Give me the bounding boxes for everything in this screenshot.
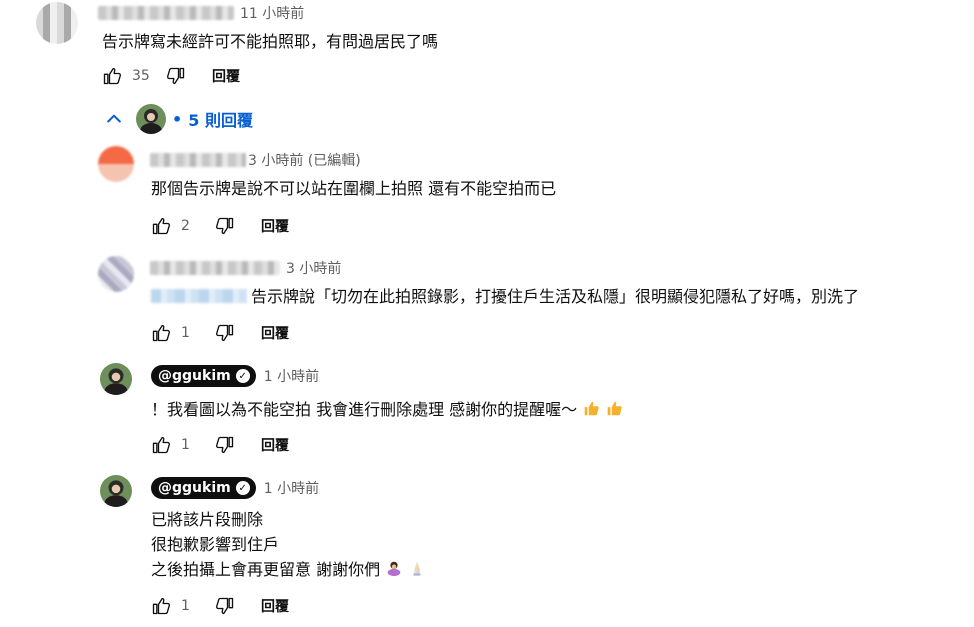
reply-text-line: ！我看圖以為不能空拍 我會進行刪除處理 感謝你的提醒喔〜 [151,397,623,422]
comment-time[interactable]: 11 小時前 [240,3,304,23]
reply-time[interactable]: 3 小時前 (已編輯) [248,150,361,170]
reply-text-line: 已將該片段刪除 [151,510,264,529]
creator-avatar[interactable] [100,363,132,395]
verified-check-icon: ✓ [235,369,250,383]
thumbs-up-outline-icon[interactable] [151,435,171,455]
reply-actions: 1 回覆 [151,323,289,343]
bullet: • [172,109,183,129]
reply-text-content: 之後拍攝上會再更留意 謝謝你們 [151,560,381,579]
thumbs-down-outline-icon[interactable] [215,323,235,343]
thumbs-down-outline-icon[interactable] [215,216,235,236]
reply-item: 3 小時前 (已編輯) 那個告示牌是說不可以站在圍欄上拍照 還有不能空拍而已 2… [0,140,974,240]
reply-item: 3 小時前 告示牌說「切勿在此拍照錄影，打擾住戶生活及私隱」很明顯侵犯隱私了好嗎… [0,250,974,350]
thumbs-down-outline-icon[interactable] [166,66,186,86]
reply-meta: @ggukim ✓ 1 小時前 [151,477,319,499]
verified-check-icon: ✓ [235,481,250,495]
reply-meta: @ggukim ✓ 1 小時前 [151,365,319,387]
thumbs-up-outline-icon[interactable] [151,216,171,236]
like-count: 2 [181,218,190,234]
reply-actions: 1 回覆 [151,435,289,455]
person-bowing-emoji-icon [387,561,401,577]
like-count: 35 [132,68,150,84]
reply-button[interactable]: 回覆 [261,596,289,616]
reply-text: 已將該片段刪除 很抱歉影響到住戶 之後拍攝上會再更留意 謝謝你們 [151,507,426,582]
chevron-up-icon [107,114,121,123]
creator-handle-badge[interactable]: @ggukim ✓ [151,477,256,499]
thumbs-up-outline-icon[interactable] [102,66,122,86]
reply-button[interactable]: 回覆 [261,323,289,343]
reply-meta: 3 小時前 [150,258,341,278]
reply-actions: 1 回覆 [151,596,289,616]
thumbs-up-emoji-icon [584,401,600,416]
like-count: 1 [181,598,190,614]
reply-text-line: 告示牌說「切勿在此拍照錄影，打擾住戶生活及私隱」很明顯侵犯隱私了好嗎，別洗了 [151,284,859,309]
reply-button[interactable]: 回覆 [212,66,240,86]
comment-text: 告示牌寫未經許可不能拍照耶，有問過居民了嗎 [102,29,438,54]
mention-link[interactable] [151,289,247,303]
replies-count-label: 5 則回覆 [188,111,253,130]
reply-text-content: 告示牌說「切勿在此拍照錄影，打擾住戶生活及私隱」很明顯侵犯隱私了好嗎，別洗了 [251,287,860,306]
replier-name[interactable] [150,153,246,167]
thumbs-down-outline-icon[interactable] [215,435,235,455]
replier-avatar[interactable] [98,256,134,292]
thumbs-up-outline-icon[interactable] [151,596,171,616]
reply-text: ！我看圖以為不能空拍 我會進行刪除處理 感謝你的提醒喔〜 [151,397,623,422]
reply-text-content: ！我看圖以為不能空拍 我會進行刪除處理 感謝你的提醒喔〜 [151,400,578,419]
reply-meta: 3 小時前 (已編輯) [150,150,361,170]
folded-hands-emoji-icon [413,561,421,576]
top-level-comment: 11 小時前 告示牌寫未經許可不能拍照耶，有問過居民了嗎 35 回覆 [0,0,974,100]
reply-time[interactable]: 1 小時前 [264,366,319,386]
thumbs-up-emoji-icon [608,401,623,416]
reply-item: @ggukim ✓ 1 小時前 已將該片段刪除 很抱歉影響到住戶 之後拍攝上會再… [0,472,974,627]
like-count: 1 [181,437,190,453]
commenter-avatar[interactable] [36,2,78,44]
replier-avatar[interactable] [98,146,134,182]
comment-text-line: 告示牌寫未經許可不能拍照耶，有問過居民了嗎 [102,32,439,51]
creator-avatar[interactable] [100,475,132,507]
reply-actions: 2 回覆 [151,216,289,236]
replier-name[interactable] [150,261,280,275]
reply-text-line: 很抱歉影響到住戶 [151,535,280,554]
reply-button[interactable]: 回覆 [261,435,289,455]
creator-handle-badge[interactable]: @ggukim ✓ [151,365,256,387]
reply-text: 那個告示牌是說不可以站在圍欄上拍照 還有不能空拍而已 [151,176,556,201]
creator-handle: @ggukim [158,368,231,384]
like-count: 1 [181,325,190,341]
commenter-name[interactable] [98,6,234,20]
reply-text: 告示牌說「切勿在此拍照錄影，打擾住戶生活及私隱」很明顯侵犯隱私了好嗎，別洗了 [151,284,859,309]
replies-toggle-button[interactable]: • 5 則回覆 [104,104,253,134]
reply-text-line: 之後拍攝上會再更留意 謝謝你們 [151,557,426,582]
comment-meta: 11 小時前 [98,3,304,23]
creator-avatar [136,104,166,134]
thumbs-down-outline-icon[interactable] [215,596,235,616]
comment-actions: 35 回覆 [102,66,240,86]
reply-time[interactable]: 1 小時前 [264,478,319,498]
reply-text-line: 那個告示牌是說不可以站在圍欄上拍照 還有不能空拍而已 [151,179,557,198]
reply-item: @ggukim ✓ 1 小時前 ！我看圖以為不能空拍 我會進行刪除處理 感謝你的… [0,360,974,460]
reply-button[interactable]: 回覆 [261,216,289,236]
creator-handle: @ggukim [158,480,231,496]
thumbs-up-outline-icon[interactable] [151,323,171,343]
reply-time[interactable]: 3 小時前 [286,258,341,278]
